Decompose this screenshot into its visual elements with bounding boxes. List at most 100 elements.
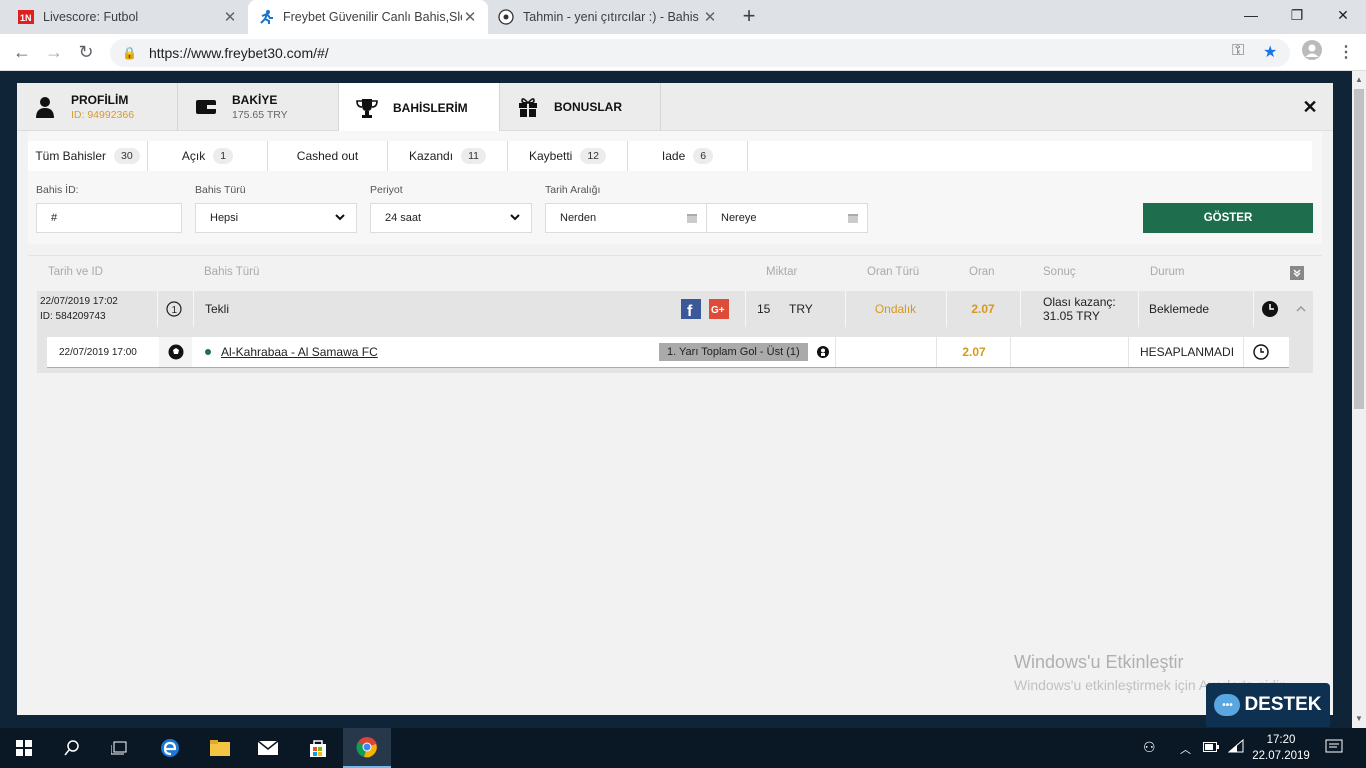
tab-label: PROFİLİM bbox=[71, 93, 129, 107]
tab-balance[interactable]: BAKİYE 175.65 TRY bbox=[178, 83, 339, 131]
edge-browser-icon[interactable] bbox=[146, 728, 194, 768]
status-tab-refund[interactable]: Iade 6 bbox=[628, 141, 748, 171]
close-tab-icon[interactable]: ✕ bbox=[222, 8, 238, 26]
date-from-input[interactable]: Nerden bbox=[545, 203, 707, 233]
date-to-placeholder: Nereye bbox=[721, 212, 757, 224]
livescore-icon: 1N bbox=[18, 9, 34, 25]
bet-currency: TRY bbox=[789, 302, 813, 316]
mail-icon[interactable] bbox=[244, 728, 292, 768]
system-clock[interactable]: 17:20 22.07.2019 bbox=[1246, 732, 1316, 764]
reload-icon[interactable]: ↻ bbox=[74, 40, 98, 64]
market-badge: 1. Yarı Toplam Gol - Üst (1) bbox=[659, 343, 808, 361]
chevron-down-icon bbox=[334, 211, 346, 226]
windows-start-icon[interactable] bbox=[0, 728, 48, 768]
possible-win-text: Olası kazanç: 31.05 TRY bbox=[1043, 291, 1116, 327]
modal-close-icon[interactable]: ✕ bbox=[1299, 96, 1321, 118]
column-header-bet-type: Bahis Türü bbox=[204, 266, 260, 278]
match-link[interactable]: Al-Kahrabaa - Al Samawa FC bbox=[221, 337, 378, 367]
tab-my-bets[interactable]: BAHİSLERİM bbox=[339, 83, 500, 132]
selection-row[interactable]: 22/07/2019 17:00 Al-Kahrabaa - Al Samawa… bbox=[47, 337, 1289, 368]
divider bbox=[1128, 337, 1129, 367]
notification-center-icon[interactable] bbox=[1325, 739, 1343, 758]
bet-status: Beklemede bbox=[1149, 302, 1210, 316]
scroll-up-arrow-icon[interactable]: ▲ bbox=[1352, 73, 1366, 87]
browser-tab-livescore[interactable]: 1N Livescore: Futbol ✕ bbox=[8, 0, 248, 34]
status-tab-all[interactable]: Tüm Bahisler 30 bbox=[28, 141, 148, 171]
url-text: https://www.freybet30.com/#/ bbox=[148, 45, 329, 61]
task-view-icon[interactable] bbox=[96, 728, 144, 768]
minimize-icon[interactable]: — bbox=[1228, 0, 1274, 30]
menu-kebab-icon[interactable]: ⋮ bbox=[1338, 42, 1354, 62]
chrome-icon[interactable] bbox=[343, 728, 391, 768]
key-icon[interactable]: ⚿ bbox=[1232, 42, 1244, 60]
tab-bonuses[interactable]: BONUSLAR bbox=[500, 83, 661, 131]
support-button[interactable]: ••• DESTEK bbox=[1206, 683, 1330, 727]
user-icon bbox=[33, 95, 57, 119]
svg-text:1: 1 bbox=[172, 305, 178, 316]
column-header-date: Tarih ve ID bbox=[48, 266, 103, 278]
windows-taskbar: ⚇ ︿ 17:20 22.07.2019 bbox=[0, 728, 1366, 768]
column-header-result: Sonuç bbox=[1043, 266, 1076, 278]
tab-title: Tahmin - yeni çıtırcılar :) - Bahis L bbox=[523, 10, 702, 24]
column-header-status: Durum bbox=[1150, 266, 1185, 278]
column-header-odds: Oran bbox=[969, 266, 995, 278]
column-header-amount: Miktar bbox=[766, 266, 798, 278]
browser-tab-freybet[interactable]: Freybet Güvenilir Canlı Bahis,Slot ✕ bbox=[248, 0, 488, 34]
bet-amount: 15 bbox=[757, 302, 771, 316]
scroll-down-arrow-icon[interactable]: ▼ bbox=[1352, 712, 1366, 726]
facebook-share-icon[interactable]: f bbox=[681, 291, 701, 327]
status-tab-open[interactable]: Açık 1 bbox=[148, 141, 268, 171]
trophy-icon bbox=[355, 96, 379, 120]
page-scrollbar[interactable]: ▲ ▼ bbox=[1352, 71, 1366, 728]
date-to-input[interactable]: Nereye bbox=[706, 203, 868, 233]
bet-id-input[interactable]: # bbox=[36, 203, 182, 233]
bet-date-id-cell: 22/07/2019 17:02 ID: 584209743 bbox=[40, 291, 157, 327]
show-button[interactable]: GÖSTER bbox=[1143, 203, 1313, 233]
bet-type-select[interactable]: Hepsi bbox=[195, 203, 357, 233]
period-select[interactable]: 24 saat bbox=[370, 203, 532, 233]
address-bar[interactable]: 🔒 https://www.freybet30.com/#/ bbox=[110, 39, 1290, 67]
chevron-up-icon[interactable]: ︿ bbox=[1180, 741, 1191, 757]
svg-text:1N: 1N bbox=[20, 13, 32, 23]
new-tab-plus-icon[interactable]: + bbox=[737, 4, 761, 28]
search-icon[interactable] bbox=[48, 728, 96, 768]
profile-avatar-icon[interactable] bbox=[1302, 40, 1322, 65]
calendar-icon bbox=[686, 212, 698, 227]
wallet-icon bbox=[194, 95, 218, 119]
google-plus-share-icon[interactable]: G+ bbox=[709, 291, 729, 327]
file-explorer-icon[interactable] bbox=[196, 728, 244, 768]
close-tab-icon[interactable]: ✕ bbox=[462, 8, 478, 26]
close-tab-icon[interactable]: ✕ bbox=[702, 8, 718, 26]
possible-win-label: Olası kazanç: bbox=[1043, 295, 1116, 309]
chevron-down-icon bbox=[509, 211, 521, 226]
wifi-icon[interactable] bbox=[1227, 738, 1244, 756]
selection-odds: 2.07 bbox=[962, 345, 986, 359]
bookmark-star-icon[interactable]: ★ bbox=[1263, 42, 1277, 62]
status-tab-cashed-out[interactable]: Cashed out bbox=[268, 141, 388, 171]
tab-profile[interactable]: PROFİLİM ID: 94992366 bbox=[17, 83, 178, 131]
browser-tab-tahmin[interactable]: Tahmin - yeni çıtırcılar :) - Bahis L ✕ bbox=[488, 0, 728, 34]
activation-watermark-title: Windows'u Etkinleştir bbox=[1014, 652, 1184, 672]
expand-all-icon[interactable] bbox=[1290, 266, 1304, 280]
window-close-icon[interactable]: ✕ bbox=[1320, 0, 1366, 30]
collapse-chevron-up-icon[interactable] bbox=[1295, 291, 1307, 327]
balance-text: 175.65 TRY bbox=[232, 109, 288, 121]
people-icon[interactable]: ⚇ bbox=[1143, 739, 1156, 756]
restore-icon[interactable]: ❐ bbox=[1274, 0, 1320, 30]
tab-label: BAHİSLERİM bbox=[393, 100, 468, 115]
scrollbar-thumb[interactable] bbox=[1354, 89, 1364, 409]
store-icon[interactable] bbox=[294, 728, 342, 768]
status-tab-label: Iade bbox=[661, 149, 686, 163]
status-tab-lost[interactable]: Kaybetti 12 bbox=[508, 141, 628, 171]
forward-arrow-icon[interactable]: → bbox=[42, 40, 66, 64]
gift-icon bbox=[516, 95, 540, 119]
bet-row[interactable]: 22/07/2019 17:02 ID: 584209743 1 Tekli f… bbox=[37, 291, 1313, 327]
calendar-icon bbox=[847, 212, 859, 227]
back-arrow-icon[interactable]: ← bbox=[10, 40, 34, 64]
selection-date: 22/07/2019 17:00 bbox=[59, 346, 137, 358]
info-person-icon[interactable] bbox=[817, 337, 829, 367]
possible-win-value: 31.05 TRY bbox=[1043, 309, 1100, 323]
status-tab-won[interactable]: Kazandı 11 bbox=[388, 141, 508, 171]
clock-date: 22.07.2019 bbox=[1252, 750, 1310, 762]
battery-icon[interactable] bbox=[1203, 739, 1219, 755]
